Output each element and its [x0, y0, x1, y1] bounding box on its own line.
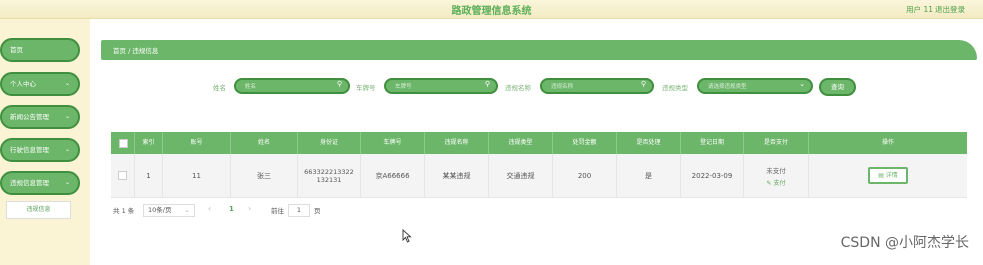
placeholder: 姓名	[245, 84, 257, 90]
system-title: 路政管理信息系统	[451, 6, 532, 17]
page-size-value: 10条/页	[148, 206, 172, 214]
goto-page-input[interactable]: 1	[288, 204, 310, 217]
chevron-down-icon: ⌄	[799, 80, 805, 88]
table-header: 索引 账号 姓名 身份证 车牌号 违规名称 违规类型 处罚金额 是否处理 登记日…	[111, 132, 967, 154]
header-name: 姓名	[231, 132, 298, 154]
detail-label: 详情	[885, 172, 898, 179]
pay-status: 未支付	[766, 166, 786, 175]
header-violation-type: 违规类型	[489, 132, 553, 154]
cell-name: 张三	[231, 154, 298, 197]
pay-link[interactable]: ✎ 支付	[767, 178, 786, 187]
search-label-name: 姓名	[213, 84, 226, 92]
sidebar-item-label: 违规信息管理	[10, 179, 49, 187]
search-icon: ⚲	[484, 80, 490, 88]
header-date: 登记日期	[681, 132, 744, 154]
search-label-violation-type: 违规类型	[662, 84, 688, 92]
header-fine: 处罚金额	[553, 132, 617, 154]
select-all-cell	[111, 132, 135, 154]
logout-link[interactable]: 退出登录	[935, 4, 965, 15]
goto-label: 前往	[271, 207, 284, 215]
current-page[interactable]: 1	[229, 205, 234, 213]
placeholder: 请选择违规类型	[708, 84, 747, 90]
cell-handled: 是	[617, 154, 681, 197]
search-icon: ⚲	[640, 80, 646, 88]
select-all-checkbox[interactable]	[119, 139, 128, 148]
top-header: 路政管理信息系统 用户 11 退出登录	[0, 0, 983, 19]
cell-id-card: 663322213322 132131	[298, 154, 361, 197]
placeholder: 违规名称	[551, 84, 574, 90]
page-suffix: 页	[314, 207, 321, 215]
placeholder: 车牌号	[395, 84, 412, 90]
cell-plate: 京A66666	[361, 154, 425, 197]
prev-page-icon[interactable]: ‹	[208, 204, 211, 213]
search-icon: ⚲	[336, 80, 342, 88]
user-label: 用户 11	[906, 5, 933, 14]
cell-violation-name: 某某违规	[425, 154, 489, 197]
cell-index: 1	[135, 154, 163, 197]
header-plate: 车牌号	[361, 132, 425, 154]
header-violation-name: 违规名称	[425, 132, 489, 154]
table-row: 1 11 张三 663322213322 132131 京A66666 某某违规…	[111, 154, 967, 198]
search-label-violation-name: 违规名称	[505, 84, 531, 92]
sidebar-item-label: 新闻公告管理	[10, 113, 49, 121]
sidebar-item-violation-mgmt[interactable]: 违规信息管理 ⌄	[0, 171, 80, 195]
breadcrumb: 首页 / 违规信息	[113, 47, 159, 55]
mouse-cursor-icon	[402, 229, 412, 243]
chevron-down-icon: ⌄	[184, 206, 190, 214]
header-actions: 操作	[881, 139, 894, 146]
search-label-plate: 车牌号	[356, 84, 376, 92]
violation-type-select[interactable]: 请选择违规类型 ⌄	[697, 78, 813, 94]
breadcrumb-bar: 首页 / 违规信息	[101, 40, 977, 60]
cell-account: 11	[163, 154, 231, 197]
chevron-down-icon: ⌄	[64, 146, 70, 153]
cell-date: 2022-03-09	[681, 154, 744, 197]
detail-icon: ▤	[878, 172, 884, 179]
sidebar-item-label: 行驶信息管理	[10, 146, 49, 154]
header-paid: 是否支付	[744, 132, 809, 154]
id-card-line: 663322213322	[304, 167, 354, 176]
sidebar-item-news[interactable]: 新闻公告管理 ⌄	[0, 105, 80, 129]
watermark: CSDN @小阿杰学长	[840, 235, 969, 251]
sidebar-item-label: 个人中心	[10, 80, 36, 88]
page-size-select[interactable]: 10条/页 ⌄	[143, 204, 195, 217]
sidebar-item-label: 首页	[10, 46, 23, 54]
plate-search-input[interactable]: 车牌号 ⚲	[384, 78, 498, 94]
sidebar-item-personal-center[interactable]: 个人中心 ⌄	[0, 72, 80, 96]
cell-actions: ▤ 详情	[809, 154, 967, 197]
detail-button[interactable]: ▤ 详情	[868, 167, 908, 184]
id-card-line: 132131	[316, 175, 342, 184]
name-search-input[interactable]: 姓名 ⚲	[234, 78, 350, 94]
pagination-total: 共 1 条	[113, 207, 135, 215]
cell-violation-type: 交通违规	[489, 154, 553, 197]
chevron-down-icon: ⌄	[64, 80, 70, 87]
violation-name-search-input[interactable]: 违规名称 ⚲	[540, 78, 654, 94]
query-button[interactable]: 查询	[819, 78, 856, 96]
sidebar-subitem-violation-info[interactable]: 违规信息	[6, 201, 71, 219]
header-id-card: 身份证	[298, 132, 361, 154]
row-select-cell	[111, 154, 135, 197]
cell-paid: 未支付 ✎ 支付	[744, 154, 809, 197]
header-account: 账号	[163, 132, 231, 154]
next-page-icon[interactable]: ›	[248, 204, 251, 213]
header-handled: 是否处理	[617, 132, 681, 154]
row-checkbox[interactable]	[118, 171, 127, 180]
chevron-down-icon: ⌄	[64, 179, 70, 186]
pay-link-label: 支付	[773, 179, 786, 187]
header-index: 索引	[135, 132, 163, 154]
cell-fine: 200	[553, 154, 617, 197]
sidebar-item-home[interactable]: 首页	[0, 38, 80, 62]
chevron-down-icon: ⌄	[64, 113, 70, 120]
sidebar-item-driving-info[interactable]: 行驶信息管理 ⌄	[0, 138, 80, 162]
